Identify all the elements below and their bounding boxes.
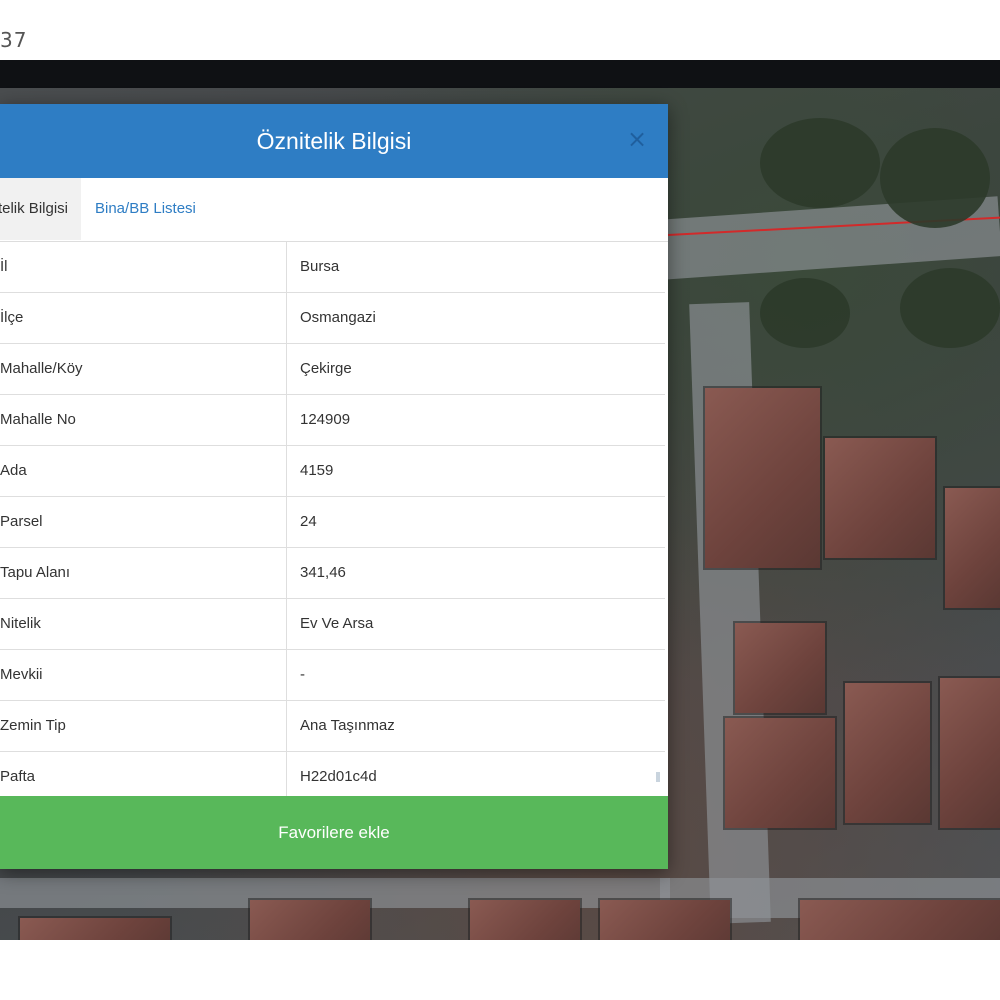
table-row: İlçe Osmangazi xyxy=(0,293,665,344)
row-label-text: Nitelik xyxy=(0,615,41,632)
attribute-info-dialog: Öznitelik Bilgisi × Öznitelik Bilgisi Bi… xyxy=(0,104,668,869)
table-row: Mahalle No 124909 xyxy=(0,395,665,446)
row-value: 124909 xyxy=(300,411,351,428)
table-row: Mevkii - xyxy=(0,650,665,701)
add-to-favorites-button[interactable]: Favorilere ekle xyxy=(0,796,668,869)
row-value: - xyxy=(300,666,305,683)
row-value: Osmangazi xyxy=(300,309,376,326)
map-tree xyxy=(760,278,850,348)
building-roof xyxy=(800,900,1000,940)
row-value: 4159 xyxy=(300,462,334,479)
row-label: Mevkii xyxy=(0,650,287,700)
row-label: Nitelik xyxy=(0,599,287,649)
page-number-label: 37 xyxy=(0,28,28,52)
dialog-header: Öznitelik Bilgisi × xyxy=(0,104,668,178)
table-row: Mahalle/Köy Çekirge xyxy=(0,344,665,395)
row-label-text: Pafta xyxy=(0,768,36,785)
building-roof xyxy=(250,900,370,940)
table-row: Zemin Tip Ana Taşınmaz xyxy=(0,701,665,752)
row-label: Tapu Alanı xyxy=(0,548,287,598)
building-roof xyxy=(825,438,935,558)
table-row: Parsel 24 xyxy=(0,497,665,548)
building-roof xyxy=(725,718,835,828)
row-label-text: Mahalle/Köy xyxy=(0,360,83,377)
building-roof xyxy=(705,388,820,568)
row-value: 341,46 xyxy=(300,564,346,581)
row-value: Bursa xyxy=(300,258,340,275)
row-value: Ev Ve Arsa xyxy=(300,615,374,632)
row-label: İlçe xyxy=(0,293,287,343)
row-label: Parsel xyxy=(0,497,287,547)
close-icon[interactable]: × xyxy=(624,126,650,152)
row-label: İl xyxy=(0,242,287,292)
scrollbar-indicator[interactable] xyxy=(656,772,660,782)
row-label-text: Tapu Alanı xyxy=(0,564,71,581)
row-label-text: İl xyxy=(0,258,8,275)
dialog-tabs: Öznitelik Bilgisi Bina/BB Listesi xyxy=(0,178,668,242)
row-label: Mahalle/Köy xyxy=(0,344,287,394)
row-value: H22d01c4d xyxy=(300,768,377,785)
row-label: Ada xyxy=(0,446,287,496)
row-label-text: İlçe xyxy=(0,309,24,326)
attribute-table: İl Bursa İlçe Osmangazi Mahalle/Köy Çeki… xyxy=(0,242,665,803)
building-roof xyxy=(600,900,730,940)
row-label-text: Ada xyxy=(0,462,27,479)
row-label-text: Mevkii xyxy=(0,666,43,683)
table-row: Ada 4159 xyxy=(0,446,665,497)
tab-attribute-info[interactable]: Öznitelik Bilgisi xyxy=(0,178,81,240)
table-row: İl Bursa xyxy=(0,242,665,293)
table-row: Nitelik Ev Ve Arsa xyxy=(0,599,665,650)
row-value: Çekirge xyxy=(300,360,352,377)
row-value: Ana Taşınmaz xyxy=(300,717,395,734)
building-roof xyxy=(940,678,1000,828)
row-label-text: Parsel xyxy=(0,513,43,530)
building-roof xyxy=(470,900,580,940)
map-tree xyxy=(900,268,1000,348)
map-tree xyxy=(760,118,880,208)
row-label-text: Zemin Tip xyxy=(0,717,66,734)
building-roof xyxy=(20,918,170,940)
tab-label: Öznitelik Bilgisi xyxy=(0,200,68,217)
row-value: 24 xyxy=(300,513,317,530)
row-label-text: Mahalle No xyxy=(0,411,76,428)
row-label: Zemin Tip xyxy=(0,701,287,751)
tab-building-list[interactable]: Bina/BB Listesi xyxy=(81,178,210,240)
map-tree xyxy=(880,128,990,228)
dialog-title: Öznitelik Bilgisi xyxy=(256,127,412,154)
row-label: Pafta xyxy=(0,752,287,802)
building-roof xyxy=(735,623,825,713)
table-row: Tapu Alanı 341,46 xyxy=(0,548,665,599)
building-roof xyxy=(845,683,930,823)
building-roof xyxy=(945,488,1000,608)
row-label: Mahalle No xyxy=(0,395,287,445)
